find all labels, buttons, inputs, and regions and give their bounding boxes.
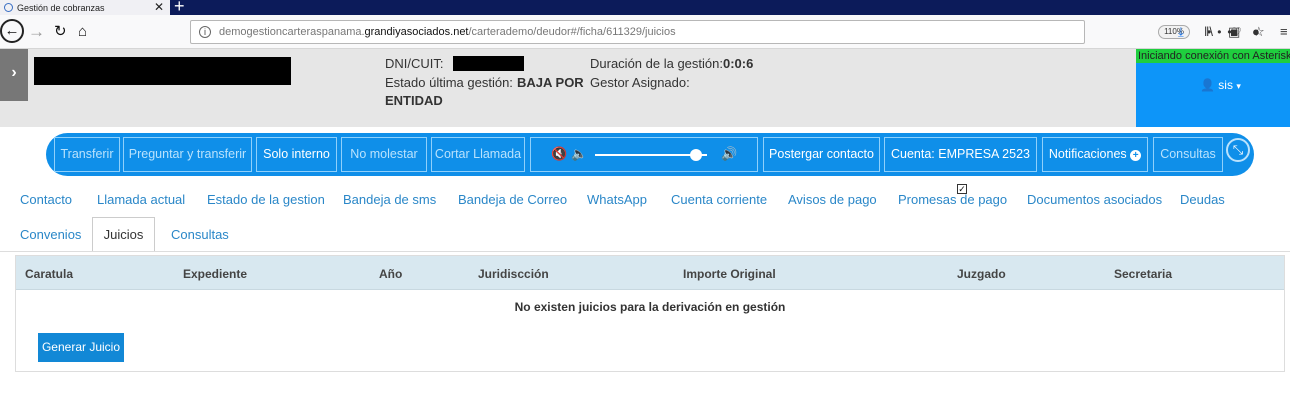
tab-whatsapp[interactable]: WhatsApp bbox=[587, 192, 647, 207]
volume-slider-handle[interactable] bbox=[689, 149, 702, 161]
juicios-panel: Caratula Expediente Año Juridiscción Imp… bbox=[15, 255, 1285, 372]
col-juzgado: Juzgado bbox=[957, 267, 1006, 281]
notificaciones-button[interactable]: Notificaciones + bbox=[1042, 137, 1148, 172]
redacted-dni-value bbox=[453, 56, 524, 71]
account-icon[interactable]: ● bbox=[1252, 24, 1260, 39]
close-tab-icon[interactable]: ✕ bbox=[154, 0, 164, 15]
no-molestar-button[interactable]: No molestar bbox=[341, 137, 427, 172]
call-control-bar: Transferir Preguntar y transferir Solo i… bbox=[46, 133, 1254, 194]
site-favicon-icon bbox=[4, 3, 13, 12]
preguntar-transferir-button[interactable]: Preguntar y transferir bbox=[123, 137, 252, 172]
user-icon: 👤 bbox=[1200, 78, 1215, 92]
col-anio: Año bbox=[379, 267, 403, 281]
compress-icon[interactable]: ⤡ bbox=[1226, 138, 1250, 162]
menu-icon[interactable]: ≡ bbox=[1280, 24, 1288, 39]
volume-control: 🔇 🔈 🔊 bbox=[530, 137, 758, 172]
notificaciones-label: Notificaciones bbox=[1048, 147, 1127, 161]
site-info-icon[interactable]: i bbox=[199, 26, 211, 38]
tab-cuenta-corriente[interactable]: Cuenta corriente bbox=[671, 192, 767, 207]
sidebar-toggle-button[interactable]: › bbox=[0, 49, 28, 101]
table-header: Caratula Expediente Año Juridiscción Imp… bbox=[16, 256, 1284, 290]
tab-convenios[interactable]: Convenios bbox=[20, 227, 81, 242]
forward-icon[interactable]: → bbox=[28, 20, 45, 44]
col-importe-original: Importe Original bbox=[683, 267, 776, 281]
tab-bandeja-sms[interactable]: Bandeja de sms bbox=[343, 192, 436, 207]
debtor-header: › DNI/CUIT: Estado última gestión: BAJA … bbox=[0, 49, 1290, 127]
duracion-value: 0:0:6 bbox=[723, 56, 754, 71]
cuenta-label: Cuenta: EMPRESA 2523 bbox=[891, 147, 1030, 161]
cortar-llamada-button[interactable]: Cortar Llamada bbox=[431, 137, 525, 172]
solo-interno-button[interactable]: Solo interno bbox=[256, 137, 337, 172]
tab-llamada-actual[interactable]: Llamada actual bbox=[97, 192, 185, 207]
new-tab-icon[interactable]: + bbox=[174, 0, 185, 15]
sidebar-icon[interactable]: ▣ bbox=[1228, 24, 1240, 40]
caret-down-icon: ▾ bbox=[1236, 81, 1241, 91]
back-icon[interactable]: ← bbox=[0, 19, 24, 43]
consultas-callbar-button[interactable]: Consultas bbox=[1153, 137, 1223, 172]
volume-down-icon[interactable]: 🔈 bbox=[571, 146, 587, 162]
redacted-debtor-name bbox=[34, 57, 291, 85]
dni-label: DNI/CUIT: bbox=[385, 56, 444, 71]
gestor-label: Gestor Asignado: bbox=[590, 75, 690, 90]
browser-tab-strip: Gestión de cobranzas ✕ + bbox=[0, 0, 1290, 15]
postergar-contacto-button[interactable]: Postergar contacto bbox=[763, 137, 880, 172]
asterisk-panel: Iniciando conexión con Asterisk 👤 sis ▾ bbox=[1136, 49, 1290, 127]
zoom-indicator[interactable]: 110% bbox=[1158, 25, 1190, 39]
library-icon[interactable]: ‖\ bbox=[1204, 24, 1213, 39]
cuenta-button[interactable]: Cuenta: EMPRESA 2523✓ bbox=[884, 137, 1037, 194]
plus-circle-icon: + bbox=[1130, 150, 1142, 161]
duracion-label: Duración de la gestión: bbox=[590, 56, 723, 71]
asterisk-status: Iniciando conexión con Asterisk bbox=[1136, 49, 1290, 63]
home-icon[interactable]: ⌂ bbox=[78, 20, 87, 44]
tab-bandeja-correo[interactable]: Bandeja de Correo bbox=[458, 192, 567, 207]
url-prefix: demogestioncarteraspanama. bbox=[219, 26, 365, 38]
volume-up-icon[interactable]: 🔊 bbox=[721, 146, 737, 162]
col-caratula: Caratula bbox=[25, 267, 74, 281]
url-path: /carterademo/deudor#/ficha/611329/juicio… bbox=[468, 26, 676, 38]
user-menu[interactable]: 👤 sis ▾ bbox=[1200, 78, 1241, 92]
tab-juicios[interactable]: Juicios bbox=[92, 217, 155, 252]
tabs-divider bbox=[0, 251, 1290, 252]
browser-tab-title: Gestión de cobranzas bbox=[17, 2, 105, 13]
estado-value: BAJA POR bbox=[517, 75, 584, 90]
tab-deudas[interactable]: Deudas bbox=[1180, 192, 1225, 207]
tab-avisos-pago[interactable]: Avisos de pago bbox=[788, 192, 877, 207]
url-bar[interactable]: i demogestioncarteraspanama.grandiyasoci… bbox=[190, 20, 1265, 44]
tab-consultas[interactable]: Consultas bbox=[171, 227, 229, 242]
col-secretaria: Secretaria bbox=[1114, 267, 1173, 281]
tab-estado-gestion[interactable]: Estado de la gestion bbox=[207, 192, 325, 207]
tab-documentos-asociados[interactable]: Documentos asociados bbox=[1027, 192, 1162, 207]
mute-icon[interactable]: 🔇 bbox=[551, 146, 567, 162]
transferir-button[interactable]: Transferir bbox=[54, 137, 120, 172]
browser-toolbar: ← → ↻ ⌂ i demogestioncarteraspanama.gran… bbox=[0, 15, 1290, 49]
tab-promesas-pago[interactable]: Promesas de pago bbox=[898, 192, 1007, 207]
col-expediente: Expediente bbox=[183, 267, 248, 281]
col-jurisdiccion: Juridiscción bbox=[478, 267, 549, 281]
estado-value-cont: ENTIDAD bbox=[385, 93, 443, 108]
download-icon[interactable]: ⤓ bbox=[1178, 24, 1184, 40]
tab-contacto[interactable]: Contacto bbox=[20, 192, 72, 207]
user-name: sis bbox=[1218, 78, 1233, 92]
url-domain: grandiyasociados.net bbox=[364, 26, 469, 38]
reload-icon[interactable]: ↻ bbox=[54, 20, 67, 44]
browser-tab[interactable]: Gestión de cobranzas ✕ bbox=[0, 0, 170, 15]
generar-juicio-button[interactable]: Generar Juicio bbox=[38, 333, 124, 362]
empty-message: No existen juicios para la derivación en… bbox=[514, 300, 786, 314]
estado-label: Estado última gestión: bbox=[385, 75, 513, 90]
